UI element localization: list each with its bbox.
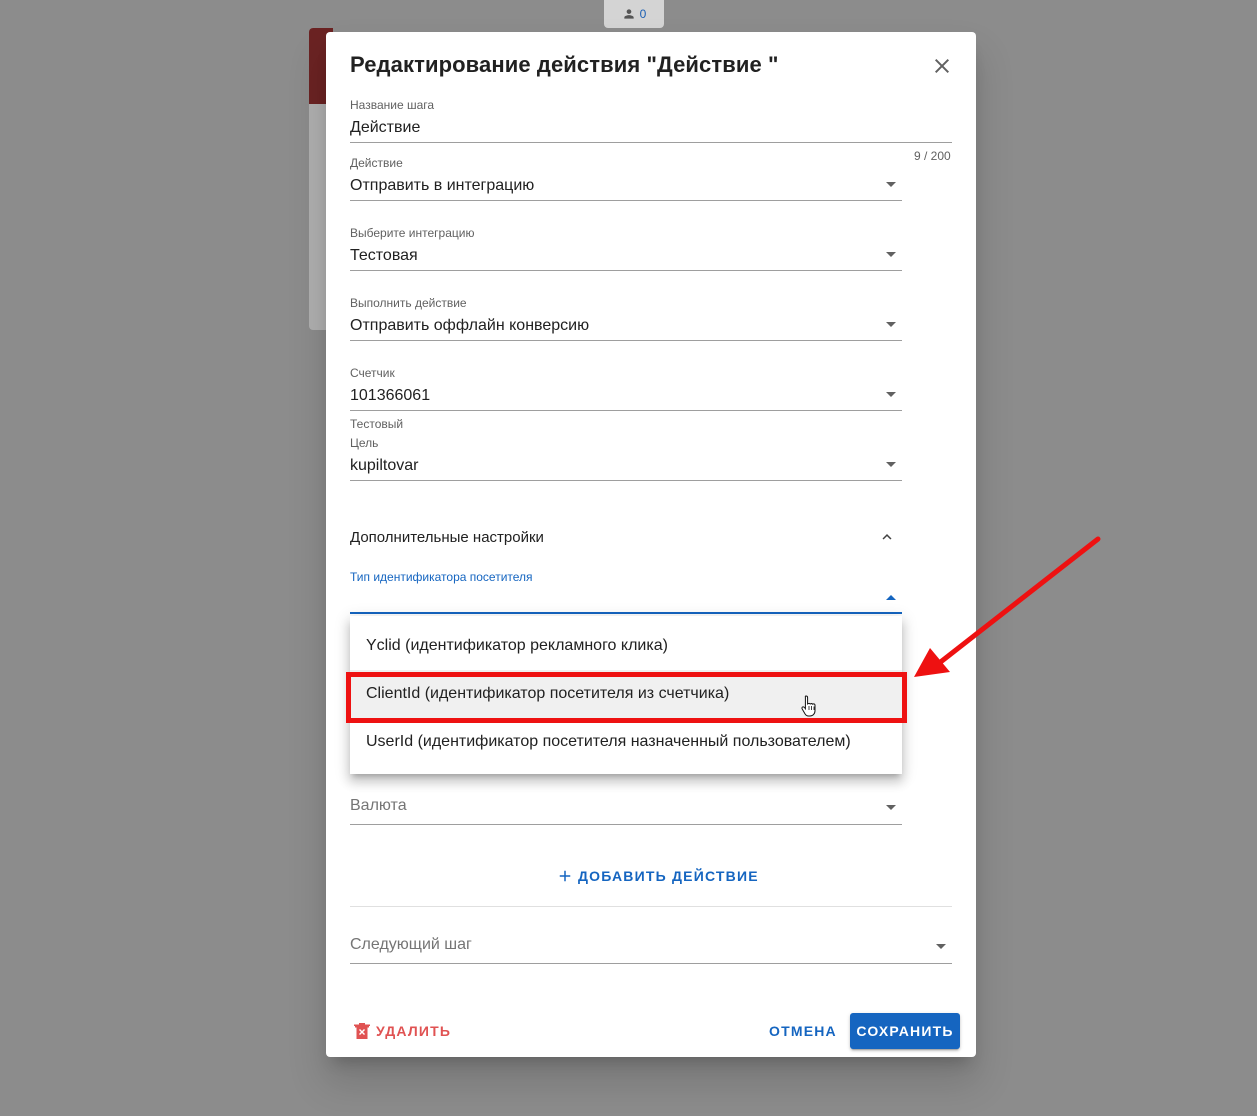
visitor-id-type-select[interactable] [350,612,902,614]
dropdown-caret-icon [886,462,896,467]
person-icon [623,9,634,19]
perform-action-value: Отправить оффлайн конверсию [350,317,590,334]
step-name-label: Название шага [350,98,435,112]
goal-select[interactable]: Цель kupiltovar [350,436,902,481]
next-step-select[interactable]: Следующий шаг [350,935,952,964]
dropdown-caret-icon [936,944,946,949]
trash-icon [354,1023,370,1039]
dropdown-caret-icon [886,182,896,187]
participants-chip[interactable]: 0 [604,0,664,28]
currency-placeholder: Валюта [350,797,407,814]
cancel-button[interactable]: ОТМЕНА [769,1013,837,1049]
chevron-up-icon [882,534,892,540]
plus-icon [559,870,571,882]
step-name-value[interactable]: Действие [350,118,952,138]
edit-action-dialog: Редактирование действия "Действие " Назв… [326,32,976,1057]
dropdown-caret-icon [886,805,896,810]
next-step-placeholder: Следующий шаг [350,936,472,953]
integration-select[interactable]: Выберите интеграцию Тестовая [350,226,902,271]
step-name-field[interactable]: Название шага Действие [350,98,952,143]
visitor-id-type-label: Тип идентификатора посетителя [350,570,533,584]
perform-action-select[interactable]: Выполнить действие Отправить оффлайн кон… [350,296,902,341]
advanced-settings-label: Дополнительные настройки [350,528,544,546]
goal-label: Цель [350,436,379,450]
counter-label: Счетчик [350,366,395,380]
perform-action-label: Выполнить действие [350,296,467,310]
dropdown-caret-up-icon [886,595,896,600]
dropdown-caret-icon [886,252,896,257]
action-label: Действие [350,156,403,170]
option-userid[interactable]: UserId (идентификатор посетителя назначе… [350,718,902,766]
option-clientid[interactable]: ClientId (идентификатор посетителя из сч… [350,670,902,718]
integration-label: Выберите интеграцию [350,226,475,240]
delete-label: УДАЛИТЬ [376,1023,452,1039]
option-yclid[interactable]: Yclid (идентификатор рекламного клика) [350,622,902,670]
step-name-counter: 9 / 200 [914,149,951,163]
action-select[interactable]: Действие Отправить в интеграцию [350,156,902,201]
close-icon[interactable] [930,54,954,78]
advanced-settings-toggle[interactable]: Дополнительные настройки [350,525,902,549]
integration-value: Тестовая [350,247,418,264]
participants-count: 0 [639,7,647,21]
delete-button[interactable]: УДАЛИТЬ [354,1013,451,1049]
currency-select[interactable]: Валюта [350,796,902,825]
counter-value: 101366061 [350,387,431,404]
dropdown-caret-icon [886,322,896,327]
dropdown-caret-icon [886,392,896,397]
counter-select[interactable]: Счетчик 101366061 [350,366,902,411]
action-value: Отправить в интеграцию [350,177,535,194]
add-action-button[interactable]: ДОБАВИТЬ ДЕЙСТВИЕ [556,866,759,886]
dialog-title: Редактирование действия "Действие " [350,52,779,77]
goal-value: kupiltovar [350,457,419,474]
counter-hint: Тестовый [350,417,404,431]
add-action-label: ДОБАВИТЬ ДЕЙСТВИЕ [578,868,759,884]
save-button[interactable]: СОХРАНИТЬ [850,1013,960,1049]
visitor-id-type-menu: Yclid (идентификатор рекламного клика) C… [350,616,902,774]
divider [350,906,952,907]
